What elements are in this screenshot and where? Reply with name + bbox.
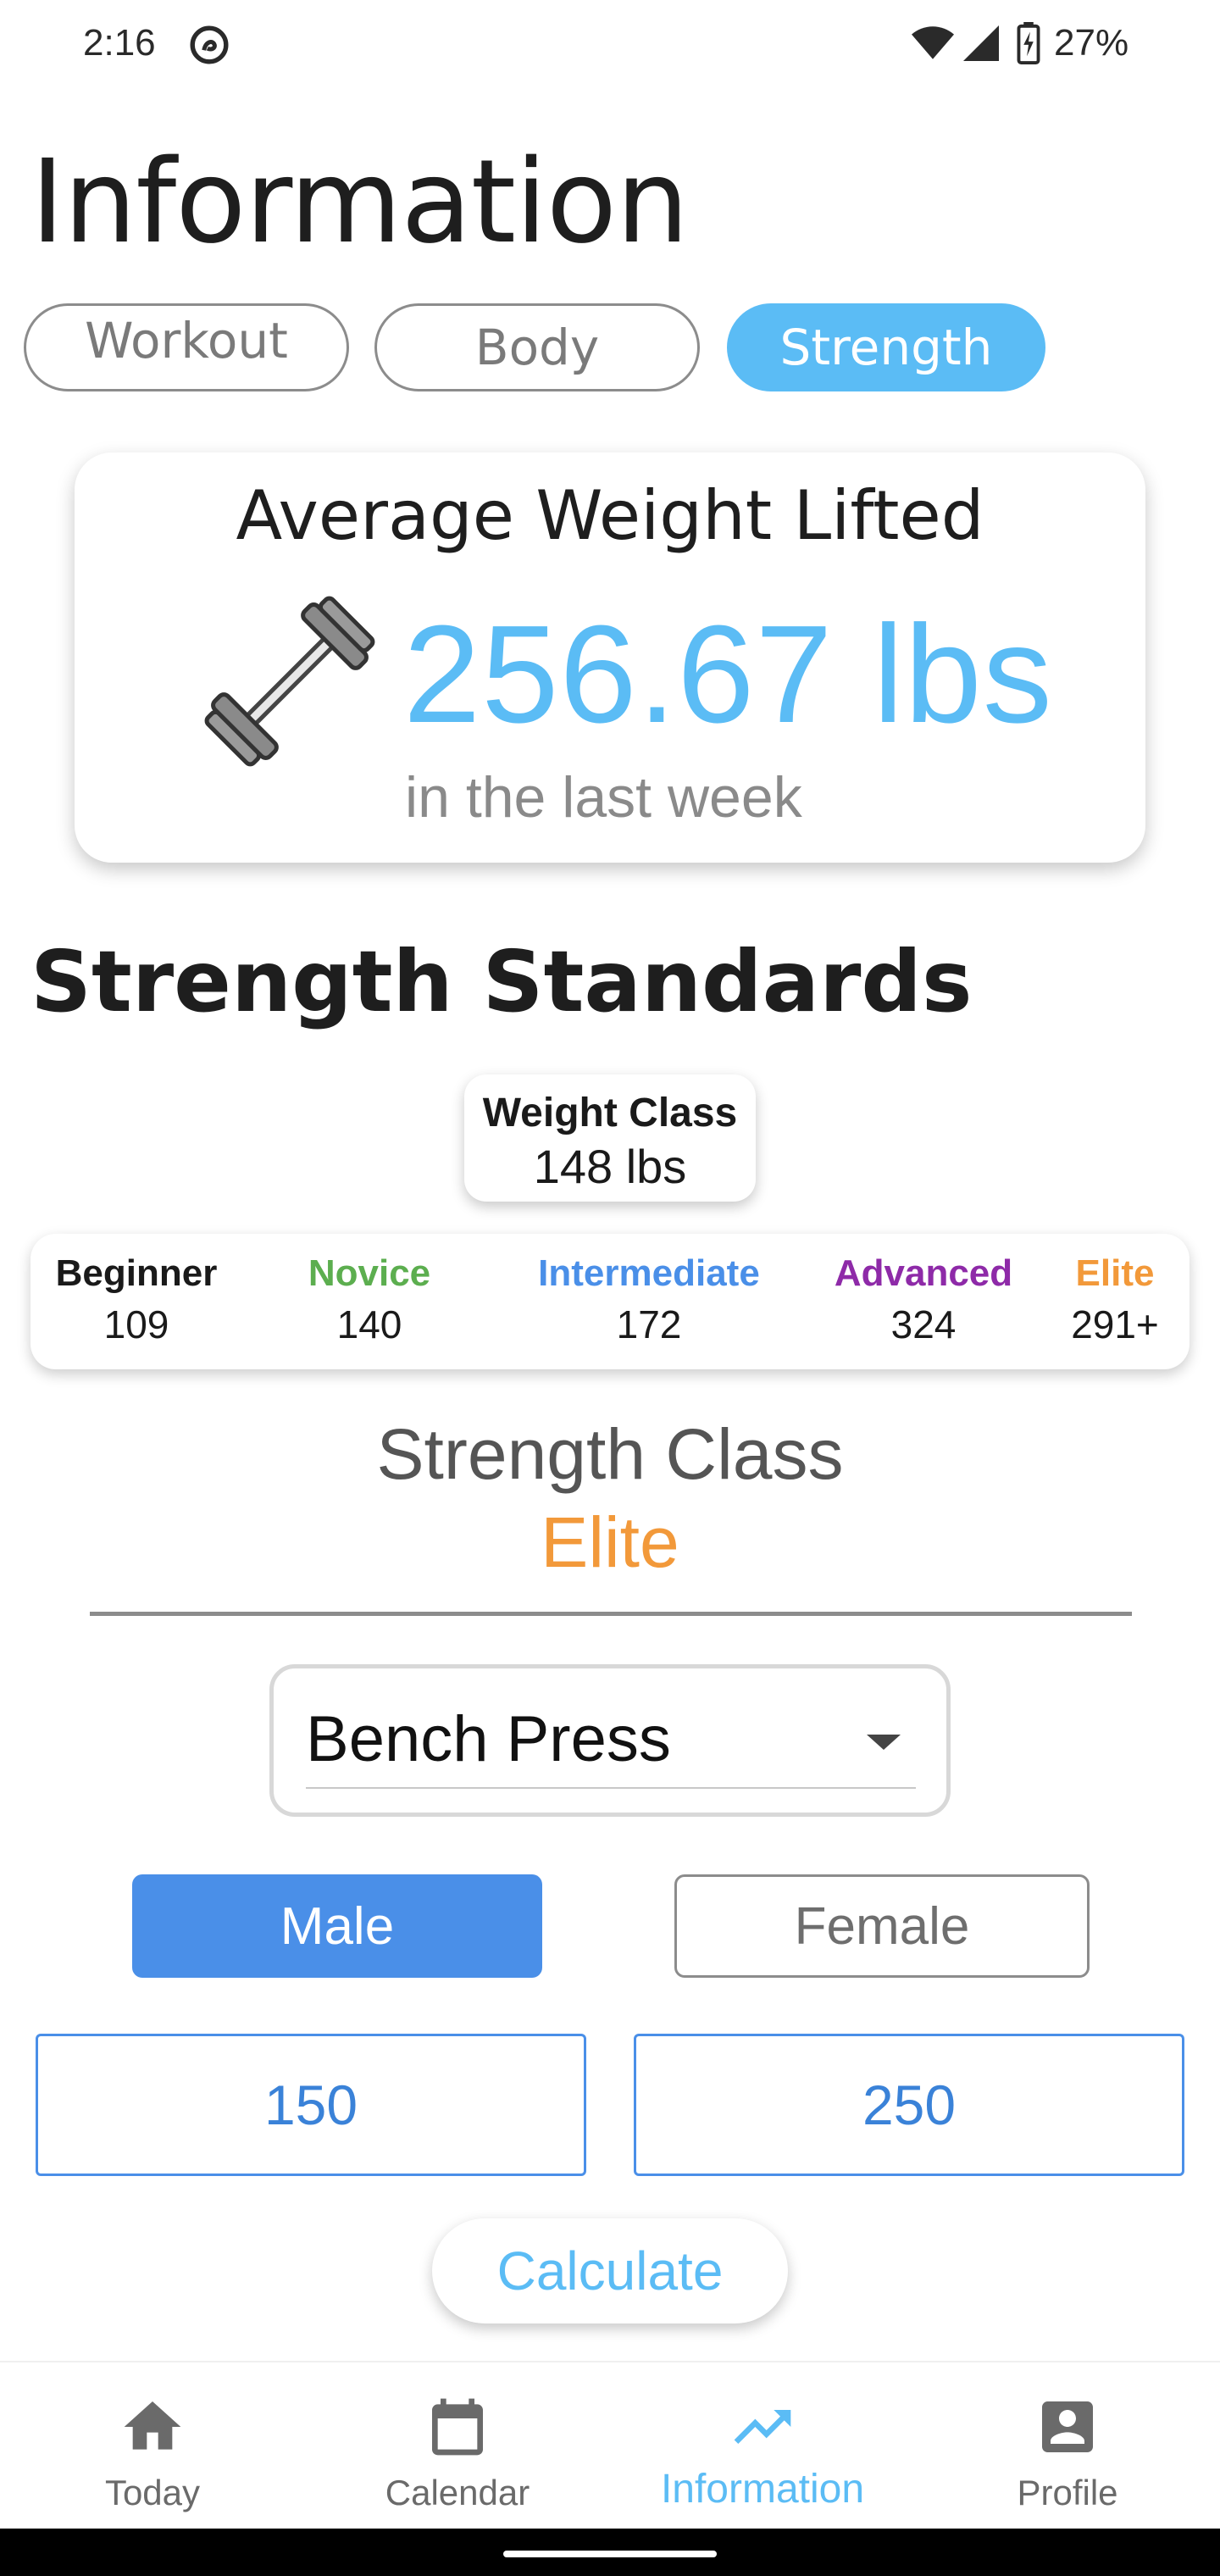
battery-charging-icon: [1017, 22, 1040, 64]
status-bar: 2:16 27%: [0, 0, 1220, 88]
calculate-button-label: Calculate: [496, 2240, 724, 2301]
level-intermediate-name: Intermediate: [538, 1252, 760, 1294]
level-novice: Novice 140: [285, 1252, 454, 1347]
cell-signal-icon: [963, 25, 999, 61]
weight-class-value: 148 lbs: [533, 1140, 687, 1193]
nav-today-label: Today: [104, 2473, 201, 2512]
page-title: Information: [30, 136, 689, 269]
bottom-navigation: Today Calendar Information Profile: [0, 2361, 1220, 2529]
strength-standards-title: Strength Standards: [30, 932, 973, 1031]
strength-levels-card: Beginner 109 Novice 140 Intermediate 172…: [30, 1234, 1190, 1369]
strength-class-label: Strength Class: [376, 1414, 844, 1494]
barbell-icon: [204, 596, 375, 767]
home-gesture-handle[interactable]: [503, 2551, 717, 2557]
average-weight-card: Average Weight Lifted 256.67 lbs in the …: [75, 452, 1145, 863]
exercise-dropdown[interactable]: Bench Press: [269, 1664, 951, 1817]
do-not-disturb-icon: [190, 25, 229, 64]
nav-calendar-label: Calendar: [385, 2473, 530, 2512]
tab-strength[interactable]: Strength: [727, 303, 1045, 391]
lift-weight-input-value: 250: [862, 2074, 957, 2136]
level-beginner-value: 109: [103, 1302, 169, 1346]
gender-male-button[interactable]: Male: [132, 1874, 542, 1978]
average-weight-value: 256.67 lbs: [403, 597, 1053, 752]
level-advanced-name: Advanced: [834, 1252, 1013, 1294]
lift-weight-input[interactable]: 250: [634, 2034, 1184, 2176]
exercise-selected-value: Bench Press: [306, 1703, 671, 1775]
level-advanced: Advanced 324: [796, 1252, 1051, 1347]
level-elite-name: Elite: [1075, 1252, 1155, 1294]
strength-class-value: Elite: [541, 1502, 679, 1582]
account-box-icon: [1042, 2401, 1093, 2452]
wifi-icon: [912, 26, 954, 59]
nav-profile[interactable]: Profile: [915, 2362, 1220, 2530]
tab-body-label: Body: [474, 319, 600, 376]
system-gesture-bar: [0, 2529, 1220, 2576]
calculate-button[interactable]: Calculate: [432, 2218, 788, 2323]
level-elite-value: 291+: [1071, 1302, 1159, 1346]
nav-information[interactable]: Information: [610, 2362, 915, 2530]
average-weight-title: Average Weight Lifted: [236, 476, 984, 555]
trending-up-icon: [734, 2410, 791, 2444]
level-advanced-value: 324: [890, 1302, 957, 1346]
status-time: 2:16: [83, 22, 156, 64]
dropdown-arrow-icon: [867, 1735, 901, 1750]
battery-percentage: 27%: [1054, 22, 1129, 64]
bodyweight-input[interactable]: 150: [36, 2034, 586, 2176]
average-weight-period: in the last week: [405, 765, 802, 830]
nav-profile-label: Profile: [1017, 2473, 1118, 2512]
gender-female-label: Female: [794, 1896, 970, 1956]
weight-class-badge: Weight Class 148 lbs: [464, 1074, 756, 1202]
calendar-icon: [432, 2398, 483, 2456]
nav-today[interactable]: Today: [0, 2362, 305, 2530]
weight-class-label: Weight Class: [482, 1091, 738, 1135]
level-beginner-name: Beginner: [55, 1252, 218, 1294]
gender-female-button[interactable]: Female: [674, 1874, 1090, 1978]
tab-workout[interactable]: Workout: [24, 303, 349, 391]
home-icon: [124, 2401, 181, 2450]
nav-information-label: Information: [660, 2467, 865, 2512]
tab-body[interactable]: Body: [374, 303, 700, 391]
level-novice-name: Novice: [308, 1252, 431, 1294]
divider: [90, 1612, 1132, 1616]
tab-workout-label: Workout: [85, 312, 288, 369]
tab-strength-label: Strength: [779, 319, 993, 376]
level-intermediate: Intermediate 172: [488, 1252, 810, 1347]
gender-male-label: Male: [280, 1896, 395, 1956]
nav-calendar[interactable]: Calendar: [305, 2362, 610, 2530]
bodyweight-input-value: 150: [263, 2074, 358, 2136]
level-beginner: Beginner 109: [47, 1252, 225, 1347]
dropdown-underline: [306, 1787, 916, 1789]
level-intermediate-value: 172: [616, 1302, 682, 1346]
level-elite: Elite 291+: [1047, 1252, 1183, 1347]
level-novice-value: 140: [336, 1302, 402, 1346]
